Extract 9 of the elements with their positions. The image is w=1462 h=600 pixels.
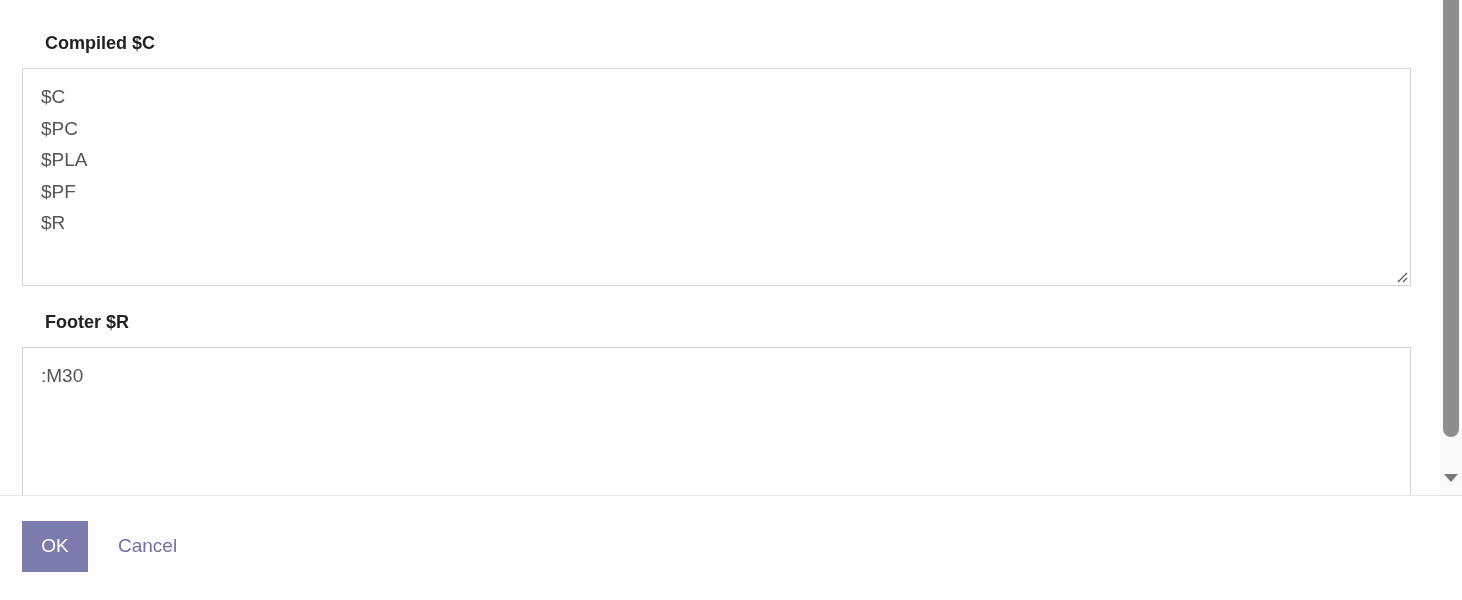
field-label: Compiled $C: [44, 33, 156, 54]
text-area[interactable]: :M30: [22, 347, 1411, 495]
text-area[interactable]: $C $PC $PLA $PF $R: [22, 68, 1411, 286]
ok-button[interactable]: OK: [22, 520, 88, 572]
cancel-link[interactable]: Cancel: [102, 527, 194, 565]
scrollbar-thumb[interactable]: [1443, 0, 1459, 437]
resize-grip-icon[interactable]: [1397, 272, 1408, 283]
field-label: Footer $R: [44, 312, 130, 333]
scroll-down-arrow-icon[interactable]: [1444, 474, 1458, 482]
